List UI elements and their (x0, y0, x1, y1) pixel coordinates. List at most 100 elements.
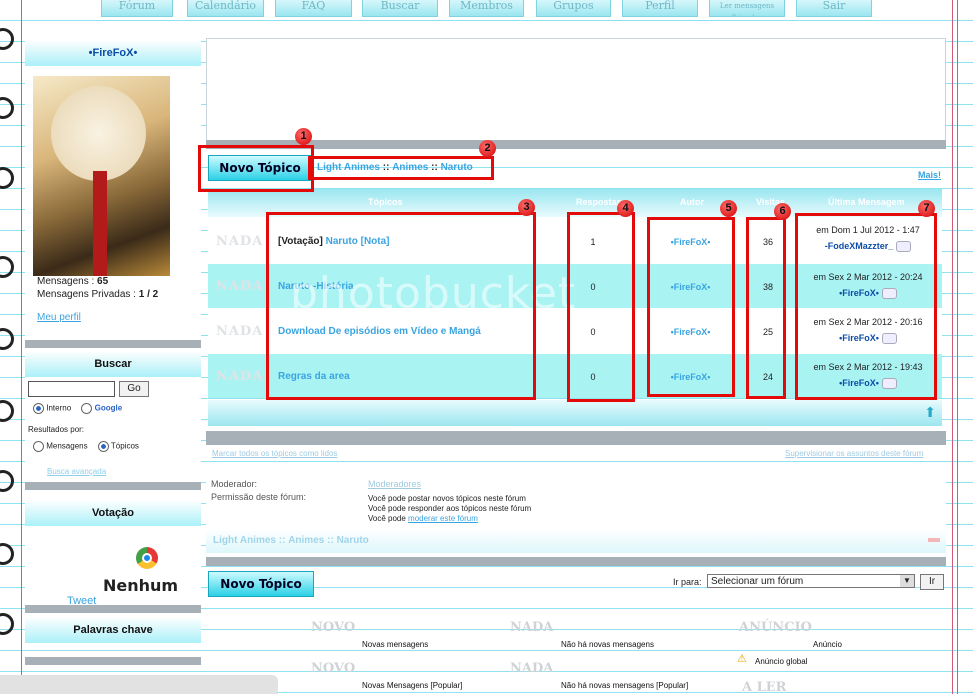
moderate-link[interactable]: moderar este fórum (408, 514, 478, 523)
badge-6: 6 (774, 203, 791, 220)
badge-1: 1 (295, 128, 312, 145)
search-input[interactable] (28, 381, 115, 397)
profile-username[interactable]: •FireFoX• (25, 40, 201, 66)
more-link[interactable]: Mais! (918, 170, 941, 180)
permissions-label: Permissão deste fórum: (211, 492, 307, 502)
divider (25, 340, 201, 348)
forum-select[interactable]: Selecionar um fórum ▼ (707, 574, 915, 588)
nav-private-messages[interactable]: Ler mensagens Privadas (709, 0, 785, 17)
breadcrumb-animes[interactable]: Animes (288, 535, 324, 546)
bottom-scrollbar[interactable] (0, 675, 278, 694)
radio-internal[interactable] (33, 403, 44, 414)
banner-area (206, 38, 946, 142)
highlight-box (647, 217, 735, 397)
highlight-box (308, 156, 494, 180)
supervise-link[interactable]: Supervisionar os assuntos deste fórum (785, 449, 923, 458)
warning-icon: ⚠ (737, 653, 747, 665)
header-last-post: Última Mensagem (828, 197, 905, 207)
header-author: Autor (680, 197, 704, 207)
chrome-icon (136, 547, 158, 569)
highlight-box (567, 212, 635, 402)
novo-popular-icon: NOVO (311, 661, 356, 676)
results-by-label: Resultados por: (28, 425, 85, 434)
advanced-search-link[interactable]: Busca avançada (47, 467, 106, 476)
legend-no-new: Não há novas mensagens (561, 640, 654, 649)
nav-members[interactable]: Membros (449, 0, 524, 17)
ring-icon (0, 167, 14, 189)
ring-icon (0, 400, 14, 422)
status-nada-icon: NADA (216, 279, 264, 294)
highlight-box (746, 217, 786, 399)
table-footer: ⬆ (208, 400, 942, 426)
nav-calendar[interactable]: Calendário (187, 0, 264, 17)
legend-new-popular: Novas Mensagens [Popular] (362, 681, 463, 690)
badge-3: 3 (518, 199, 535, 216)
divider (25, 482, 201, 490)
search-go-button[interactable]: Go (119, 381, 149, 397)
nav-search[interactable]: Buscar (362, 0, 438, 17)
bottom-breadcrumb-bar: Light Animes :: Animes :: Naruto (206, 529, 946, 553)
search-scope: Interno Google (33, 403, 122, 414)
ring-icon (0, 470, 14, 492)
nav-profile[interactable]: Perfil (622, 0, 698, 17)
announcement-icon: ANÚNCIO (739, 620, 812, 635)
divider (206, 557, 946, 566)
badge-7: 7 (918, 200, 935, 217)
nav-faq[interactable]: FAQ (275, 0, 352, 17)
header-topics: Tópicos (368, 197, 403, 207)
radio-posts[interactable] (33, 441, 44, 452)
posts-stat: Mensagens : 65 (37, 276, 109, 287)
status-nada-icon: NADA (216, 234, 264, 249)
keywords-box: Palavras chave (25, 617, 201, 647)
scroll-top-icon[interactable]: ⬆ (924, 404, 936, 421)
jump-label: Ir para: (673, 577, 702, 587)
search-box: Buscar Go Interno Google Resultados por:… (25, 351, 201, 481)
divider (206, 431, 946, 445)
poll-none: Nenhum (103, 576, 179, 595)
forum-info: Moderador: Moderadores Permissão deste f… (206, 470, 946, 528)
moderator-label: Moderador: (211, 479, 258, 489)
breadcrumb-naruto[interactable]: Naruto (337, 535, 369, 546)
highlight-box (266, 212, 536, 400)
perm-post: Você pode postar novos tópicos neste fór… (368, 494, 526, 503)
new-topic-button-bottom[interactable]: Novo Tópico (208, 571, 314, 597)
header-replies: Respostas (576, 197, 622, 207)
mark-read-link[interactable]: Marcar todos os tópicos como lidos (212, 449, 337, 458)
ring-icon (0, 28, 14, 50)
results-type: Mensagens Tópicos (33, 441, 139, 452)
poll-content: Nenhum (103, 533, 178, 598)
collapse-icon[interactable] (928, 538, 940, 542)
status-nada-icon: NADA (216, 324, 264, 339)
ring-icon (0, 256, 14, 278)
legend-global: Anúncio global (755, 657, 808, 666)
poll-box: Votação Nenhum Tweet (25, 500, 201, 607)
breadcrumb-bottom: Light Animes :: Animes :: Naruto (213, 535, 369, 546)
legend-new: Novas mensagens (362, 640, 429, 649)
nada-popular-icon: NADA (510, 661, 554, 676)
perm-moderate: Você pode moderar este fórum (368, 514, 478, 523)
badge-4: 4 (617, 200, 634, 217)
legend-no-new-popular: Não há novas mensagens [Popular] (561, 681, 689, 690)
my-profile-link[interactable]: Meu perfil (37, 312, 81, 323)
radio-topics[interactable] (97, 441, 109, 452)
perm-reply: Você pode responder aos tópicos neste fó… (368, 504, 532, 513)
chevron-down-icon[interactable]: ▼ (900, 575, 914, 587)
badge-2: 2 (479, 140, 496, 157)
legend-announcement: Anúncio (813, 640, 842, 649)
nav-logout[interactable]: Sair (796, 0, 872, 17)
novo-icon: NOVO (311, 620, 356, 635)
divider (25, 657, 201, 665)
aler-icon: A LER (742, 680, 787, 695)
search-title: Buscar (25, 351, 201, 377)
poll-title: Votação (25, 500, 201, 526)
moderator-link[interactable]: Moderadores (368, 479, 421, 489)
highlight-box (198, 145, 314, 192)
status-nada-icon: NADA (216, 369, 264, 384)
nada-icon: NADA (510, 620, 554, 635)
jump-go-button[interactable]: Ir (920, 574, 944, 590)
radio-google[interactable] (81, 403, 93, 414)
ring-icon (0, 328, 14, 350)
nav-forum[interactable]: Fórum (101, 0, 173, 17)
breadcrumb-light-animes[interactable]: Light Animes (213, 535, 276, 546)
nav-groups[interactable]: Grupos (536, 0, 611, 17)
